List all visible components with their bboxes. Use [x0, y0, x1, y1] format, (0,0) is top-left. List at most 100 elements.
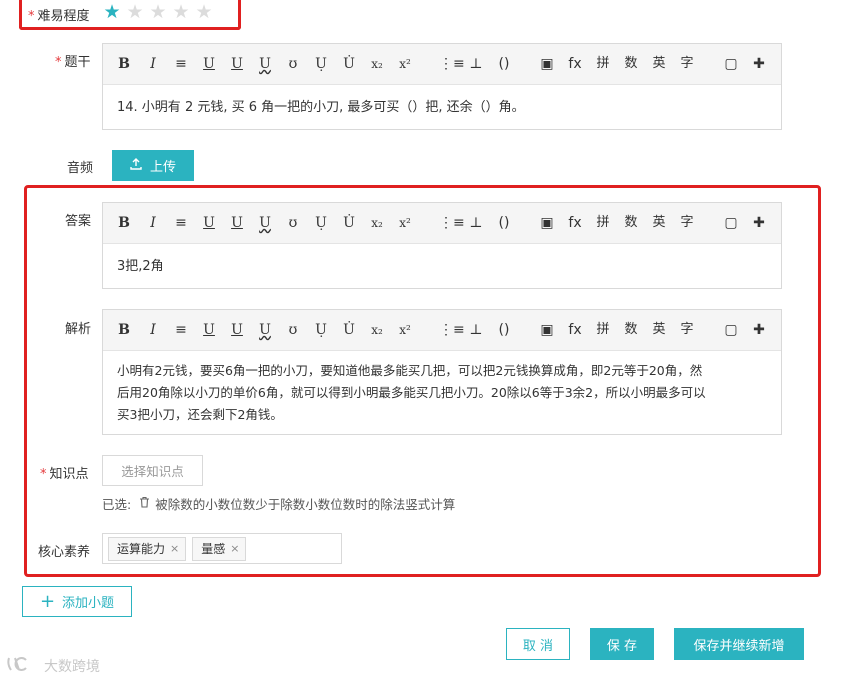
subscript-icon[interactable]: x₂	[368, 213, 386, 233]
double-underline-icon[interactable]: U	[228, 213, 246, 233]
selected-knowledge: 已选: 被除数的小数位数少于除数小数位数时的除法竖式计算	[102, 494, 455, 513]
analysis-line: 买3把小刀，还会剩下2角钱。	[117, 407, 283, 422]
dot-below-icon[interactable]: Ụ	[312, 320, 330, 340]
selected-prefix: 已选:	[102, 497, 132, 512]
stem-label: * 题干	[55, 55, 91, 70]
analysis-editor[interactable]: B I ≡ U U Uʊ Ụ U̇ x₂ x² ⋮≡ ⊥() ▣ fx 拼数英字 ▢ ✚ 小明有2元钱，要买6角…	[102, 309, 782, 435]
chinese-char-icon[interactable]: 字	[678, 213, 696, 233]
bold-icon[interactable]: B	[115, 320, 133, 340]
list-icon[interactable]: ⋮≡	[439, 213, 465, 233]
subscript-icon[interactable]: x₂	[368, 54, 386, 74]
blank-icon[interactable]: ⊥	[467, 213, 485, 233]
editor-toolbar: B I ≡ U U Uʊ Ụ U̇ x₂ x² ⋮≡ ⊥() ▣ fx 拼数英字 ▢ ✚	[103, 44, 781, 85]
english-icon[interactable]: 英	[650, 213, 668, 233]
superscript-icon[interactable]: x²	[396, 320, 414, 340]
ocr-icon[interactable]: ▢	[722, 320, 740, 340]
ocr-icon[interactable]: ▢	[722, 54, 740, 74]
cancel-button[interactable]: 取 消	[506, 628, 570, 660]
wavy-underline-icon[interactable]: U	[256, 320, 274, 340]
chinese-char-icon[interactable]: 字	[678, 54, 696, 74]
english-icon[interactable]: 英	[650, 320, 668, 340]
list-icon[interactable]: ⋮≡	[439, 54, 465, 74]
save-button[interactable]: 保 存	[590, 628, 654, 660]
upload-button[interactable]: 上传	[112, 150, 194, 181]
star-icon[interactable]: ★	[125, 2, 145, 22]
answer-editor[interactable]: B I ≡ U U Uʊ Ụ U̇ x₂ x² ⋮≡ ⊥() ▣ fx 拼数英字 ▢ ✚ 3把,2角	[102, 202, 782, 289]
blank-icon[interactable]: ⊥	[467, 320, 485, 340]
eraser-icon[interactable]: ✚	[750, 213, 768, 233]
watermark-logo-icon	[6, 654, 40, 678]
dot-below-icon[interactable]: Ụ	[312, 213, 330, 233]
answer-content[interactable]: 3把,2角	[103, 244, 781, 290]
align-icon[interactable]: ≡	[172, 320, 190, 340]
align-icon[interactable]: ≡	[172, 54, 190, 74]
core-literacy-tags-input[interactable]: 运算能力 × 量感 ×	[102, 533, 342, 564]
eraser-icon[interactable]: ✚	[750, 54, 768, 74]
dot-above-icon[interactable]: U̇	[340, 320, 358, 340]
pinyin-icon[interactable]: 拼	[594, 320, 612, 340]
eraser-icon[interactable]: ✚	[750, 320, 768, 340]
image-icon[interactable]: ▣	[538, 320, 556, 340]
trash-icon[interactable]	[139, 496, 150, 511]
star-icon[interactable]: ★	[148, 2, 168, 22]
stem-editor[interactable]: B I ≡ U U Uʊ Ụ U̇ x₂ x² ⋮≡ ⊥() ▣ fx 拼数英字 ▢ ✚ 14. 小明有 2 元…	[102, 43, 782, 130]
double-underline-icon[interactable]: U	[228, 54, 246, 74]
star-icon[interactable]: ★	[171, 2, 191, 22]
save-and-continue-button[interactable]: 保存并继续新增	[674, 628, 804, 660]
star-icon[interactable]: ★	[194, 2, 214, 22]
select-knowledge-button[interactable]: 选择知识点	[102, 455, 203, 486]
difficulty-rating[interactable]: ★ ★ ★ ★ ★	[102, 2, 214, 22]
double-underline-icon[interactable]: U	[228, 320, 246, 340]
audio-label: 音频	[67, 161, 94, 176]
number-icon[interactable]: 数	[622, 320, 640, 340]
editor-toolbar: B I ≡ U U Uʊ Ụ U̇ x₂ x² ⋮≡ ⊥() ▣ fx 拼数英字 ▢ ✚	[103, 310, 781, 351]
bold-icon[interactable]: B	[115, 213, 133, 233]
close-icon[interactable]: ×	[230, 542, 239, 555]
close-icon[interactable]: ×	[170, 542, 179, 555]
align-icon[interactable]: ≡	[172, 213, 190, 233]
underline-icon[interactable]: U	[200, 320, 218, 340]
chinese-char-icon[interactable]: 字	[678, 320, 696, 340]
underline-icon[interactable]: U	[200, 213, 218, 233]
number-icon[interactable]: 数	[622, 54, 640, 74]
ocr-icon[interactable]: ▢	[722, 213, 740, 233]
image-icon[interactable]: ▣	[538, 54, 556, 74]
wavy-underline-icon[interactable]: U	[256, 54, 274, 74]
parentheses-icon[interactable]: ()	[495, 213, 513, 233]
dot-above-icon[interactable]: U̇	[340, 54, 358, 74]
difficulty-label: * 难易程度	[28, 9, 90, 24]
bold-icon[interactable]: B	[115, 54, 133, 74]
parentheses-icon[interactable]: ()	[495, 320, 513, 340]
analysis-content[interactable]: 小明有2元钱，要买6角一把的小刀，要知道他最多能买几把，可以把2元钱换算成角，即…	[103, 351, 781, 435]
subscript-icon[interactable]: x₂	[368, 320, 386, 340]
formula-icon[interactable]: fx	[566, 320, 584, 340]
formula-icon[interactable]: fx	[566, 54, 584, 74]
stem-content[interactable]: 14. 小明有 2 元钱, 买 6 角一把的小刀, 最多可买（）把, 还余（）角…	[103, 85, 781, 131]
wavy-underline-icon[interactable]: U	[256, 213, 274, 233]
list-icon[interactable]: ⋮≡	[439, 320, 465, 340]
pinyin-icon[interactable]: 拼	[594, 54, 612, 74]
dot-below-icon[interactable]: Ụ	[312, 54, 330, 74]
italic-icon[interactable]: I	[144, 213, 162, 233]
strikethrough-icon[interactable]: ʊ	[284, 54, 302, 74]
strikethrough-icon[interactable]: ʊ	[284, 320, 302, 340]
superscript-icon[interactable]: x²	[396, 54, 414, 74]
english-icon[interactable]: 英	[650, 54, 668, 74]
star-icon[interactable]: ★	[102, 2, 122, 22]
superscript-icon[interactable]: x²	[396, 213, 414, 233]
blank-icon[interactable]: ⊥	[467, 54, 485, 74]
number-icon[interactable]: 数	[622, 213, 640, 233]
dot-above-icon[interactable]: U̇	[340, 213, 358, 233]
core-literacy-tag: 运算能力 ×	[108, 536, 187, 561]
strikethrough-icon[interactable]: ʊ	[284, 213, 302, 233]
add-sub-question-button[interactable]: + 添加小题	[22, 586, 132, 617]
pinyin-icon[interactable]: 拼	[594, 213, 612, 233]
underline-icon[interactable]: U	[200, 54, 218, 74]
image-icon[interactable]: ▣	[538, 213, 556, 233]
italic-icon[interactable]: I	[144, 54, 162, 74]
core-literacy-tag: 量感 ×	[192, 536, 247, 561]
italic-icon[interactable]: I	[144, 320, 162, 340]
parentheses-icon[interactable]: ()	[495, 54, 513, 74]
watermark-text: 大数跨境	[44, 659, 100, 675]
formula-icon[interactable]: fx	[566, 213, 584, 233]
